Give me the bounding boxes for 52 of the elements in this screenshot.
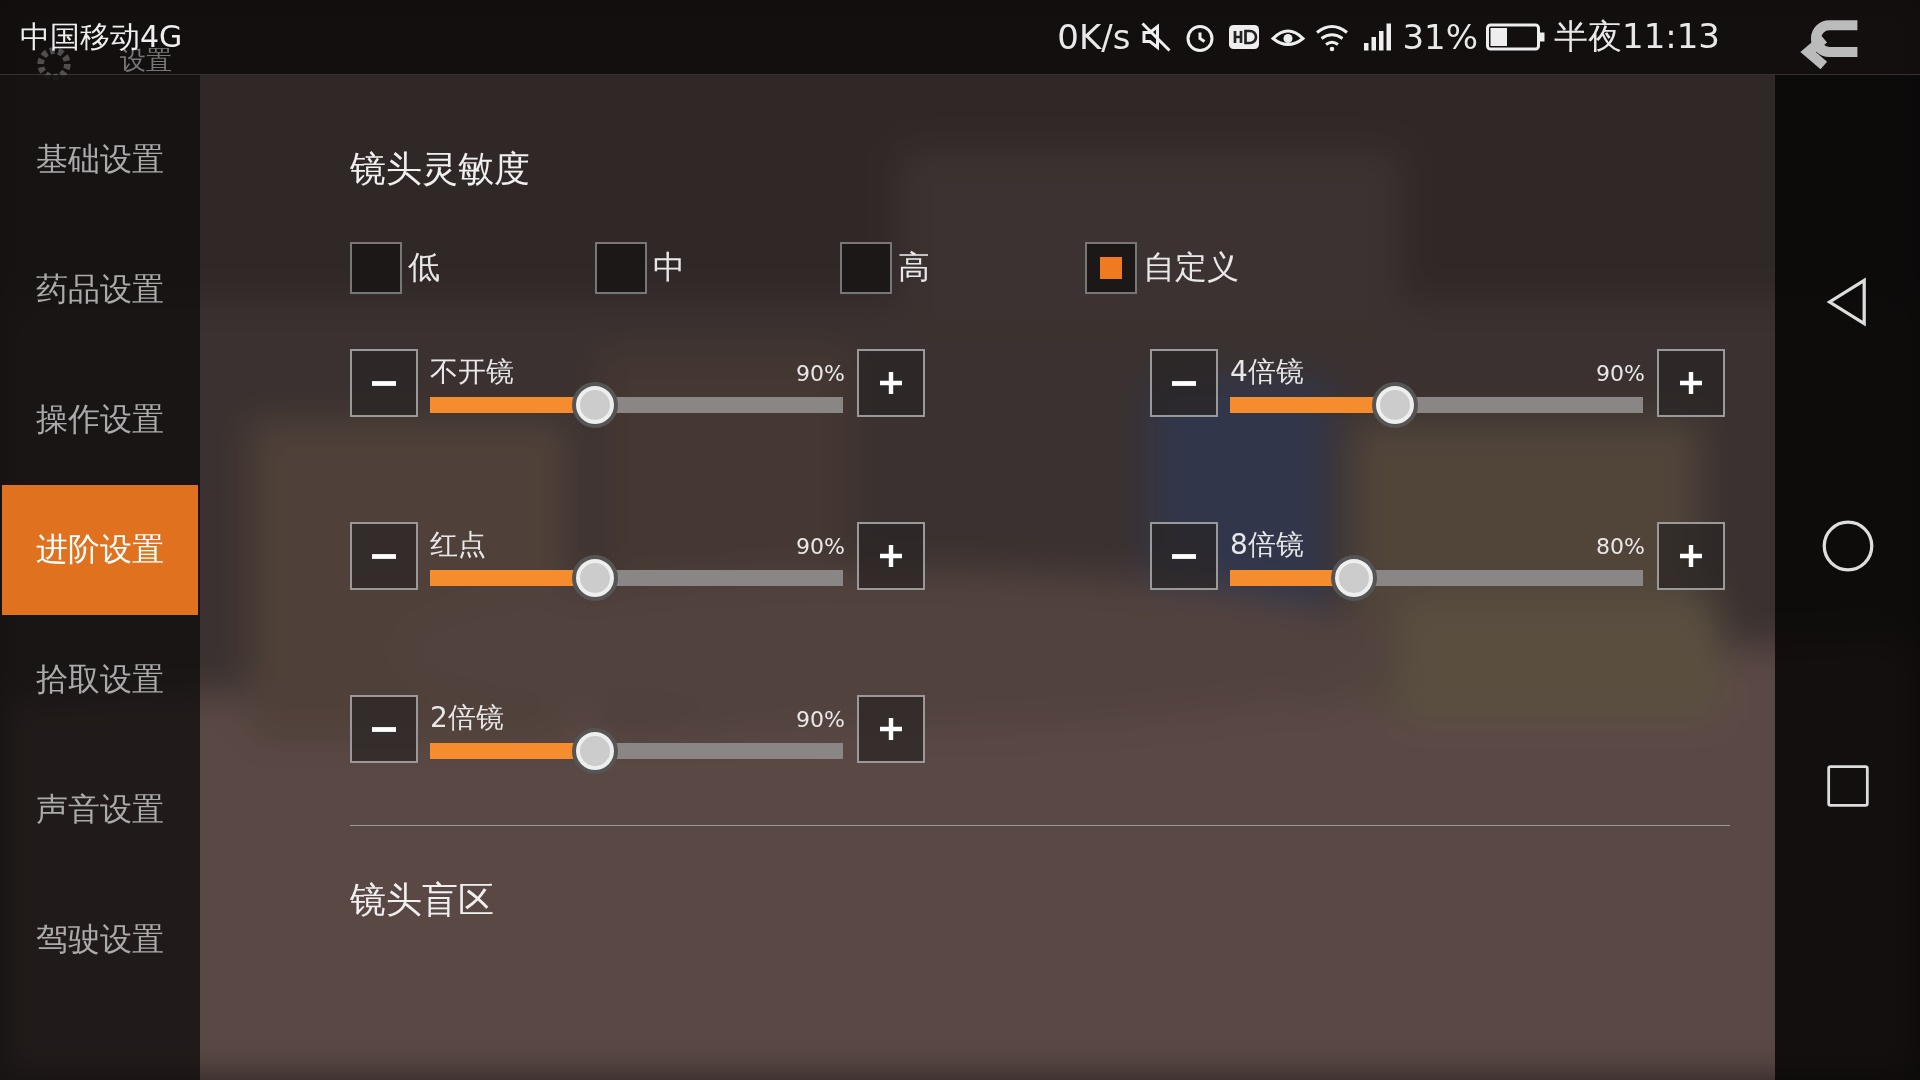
battery-icon [1486,22,1546,52]
option-label: 自定义 [1143,247,1239,288]
option-label: 低 [408,247,440,288]
slider-thumb[interactable] [572,382,619,428]
minus-icon [1172,553,1196,559]
plus-button[interactable] [857,695,925,763]
checkbox[interactable] [350,242,402,294]
sidebar-item[interactable]: 拾取设置 [0,615,200,745]
slider-value: 90% [796,534,845,559]
slider-thumb[interactable] [572,728,619,774]
recents-icon[interactable] [1824,763,1871,809]
sidebar-item[interactable]: 基础设置 [0,95,200,225]
minus-icon [372,726,396,732]
slider-label: 2倍镜 [430,700,504,736]
section-title: 镜头盲区 [350,878,495,922]
sidebar-item[interactable]: 操作设置 [0,355,200,485]
option-label: 高 [898,247,930,288]
slider-value: 80% [1596,534,1645,559]
slider-value: 90% [1596,361,1645,386]
checkbox[interactable] [595,242,647,294]
clock-time: 半夜11:13 [1554,15,1720,58]
slider-thumb[interactable] [1372,382,1419,428]
minus-button[interactable] [350,695,418,763]
sidebar-item[interactable]: 药品设置 [0,225,200,355]
plus-button[interactable] [1657,522,1725,590]
minus-button[interactable] [350,522,418,590]
option-label: 中 [653,247,685,288]
checkbox[interactable] [1085,242,1137,294]
battery-percent: 31% [1402,17,1478,57]
slider-label: 8倍镜 [1230,527,1304,563]
minus-icon [372,553,396,559]
plus-button[interactable] [857,522,925,590]
section-title: 镜头灵敏度 [350,147,531,191]
plus-button[interactable] [1657,349,1725,417]
home-icon[interactable] [1820,519,1875,573]
minus-button[interactable] [1150,522,1218,590]
checkbox[interactable] [840,242,892,294]
slider-thumb[interactable] [572,555,619,601]
sidebar-item[interactable]: 声音设置 [0,745,200,875]
sidebar-item[interactable]: 驾驶设置 [0,875,200,1005]
slider-value: 90% [796,361,845,386]
minus-button[interactable] [350,349,418,417]
slider-thumb[interactable] [1330,555,1377,601]
slider-label: 红点 [430,527,486,563]
plus-button[interactable] [857,349,925,417]
network-speed: 0K/s [1057,17,1131,57]
slider-value: 90% [796,707,845,732]
slider-label: 不开镜 [430,354,514,390]
slider-label: 4倍镜 [1230,354,1304,390]
minus-icon [372,380,396,386]
minus-icon [1172,380,1196,386]
minus-button[interactable] [1150,349,1218,417]
